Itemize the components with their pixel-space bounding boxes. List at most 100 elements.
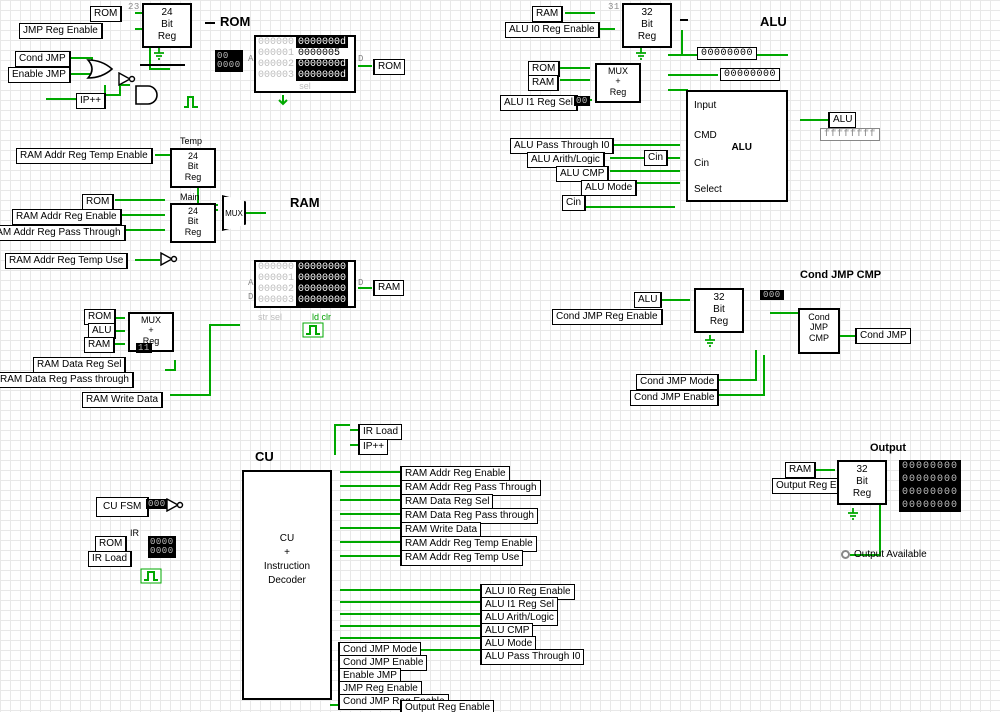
pin-cond-jmp: Cond JMP: [15, 51, 71, 67]
ram-memory: 00000000000000 00000100000000 0000020000…: [254, 260, 356, 308]
rom-data-0: 0000000d: [296, 37, 348, 48]
pin-cu-ip-plus: IP++: [358, 439, 388, 455]
ground-icon-4: [846, 508, 860, 520]
ground-icon-2: [152, 48, 166, 60]
rom-addr-2: 000002: [256, 59, 296, 70]
pin-cu-rom: ROM: [95, 536, 127, 552]
pin-cond-jmp-enable: Cond JMP Enable: [630, 390, 719, 406]
rom-data-2: 0000000d: [296, 59, 348, 70]
block-output-32reg: 32 Bit Reg: [837, 460, 887, 505]
rom-port-d: D: [358, 54, 364, 64]
rom-addr-1: 000001: [256, 48, 296, 59]
section-title-rom: ROM: [220, 14, 250, 29]
rom-addr-3: 000003: [256, 70, 296, 81]
output-led-icon: [841, 550, 850, 559]
block-alu-muxreg: MUX + Reg: [595, 63, 641, 103]
pin-cu-out-0: Output Reg Enable: [400, 700, 494, 712]
label-ir: IR: [130, 528, 139, 538]
block-ram-main-reg: 24 Bit Reg: [170, 203, 216, 243]
pin-ram-data-reg-sel: RAM Data Reg Sel: [33, 357, 126, 373]
pin-alu-cin-s: Cin: [644, 150, 668, 166]
pin-cond-jmp-mode: Cond JMP Mode: [636, 374, 719, 390]
alu-bus0: 00000000: [697, 47, 757, 60]
cu-fsm-val: 000: [146, 499, 168, 509]
rom-port-a: A: [248, 54, 254, 64]
clock-icon-2: [302, 322, 324, 338]
not-gate-icon: [118, 72, 136, 86]
rom-sel-label: sel: [256, 81, 354, 91]
section-title-output: Output: [870, 442, 906, 454]
pin-cond-reg-enable: Cond JMP Reg Enable: [552, 309, 663, 325]
alu-bus1: 00000000: [720, 68, 780, 81]
pin-cu-ir-load: IR Load: [88, 551, 132, 567]
clock-icon-3: [140, 568, 162, 584]
rom-memory: 0000000000000d 0000010000005 00000200000…: [254, 35, 356, 93]
pin-rom: ROM: [90, 6, 122, 22]
ir-disp: 0000 0000: [148, 536, 176, 558]
section-title-alu: ALU: [760, 14, 787, 29]
alu-out-val: ffffffff: [820, 128, 880, 141]
ram-addr-1: 000001: [256, 273, 296, 284]
block-cu-decoder: CU + Instruction Decoder: [242, 470, 332, 700]
pin-alu-mode: ALU Mode: [581, 180, 637, 196]
arrow-down-icon: [276, 95, 290, 107]
label-31: 31: [608, 2, 620, 12]
pin-ram-addr-temp-enable: RAM Addr Reg Temp Enable: [16, 148, 153, 164]
pin-alu-ram: RAM: [532, 6, 563, 22]
section-title-ram: RAM: [290, 195, 320, 210]
ram-addr-3: 000003: [256, 295, 296, 306]
pin-alu-i0-reg-enable: ALU I0 Reg Enable: [505, 22, 600, 38]
ram-addr-2: 000002: [256, 284, 296, 295]
output-available-label: Output Available: [854, 549, 927, 560]
block-alu-32reg: 32 Bit Reg: [622, 3, 672, 48]
clock-icon: [183, 95, 199, 109]
alu-port-select: Select: [694, 184, 722, 195]
ram-ldclr: ld clr: [312, 312, 331, 322]
rom-addr-0: 000000: [256, 37, 296, 48]
ram-data-1: 00000000: [296, 273, 348, 284]
section-title-cu: CU: [255, 449, 274, 464]
label-main: Main: [180, 192, 200, 202]
pin-ram-addr-temp-use: RAM Addr Reg Temp Use: [5, 253, 128, 269]
rom-addr-disp: 00 0000: [215, 50, 243, 72]
pin-cond-jmp-out: Cond JMP: [855, 328, 911, 344]
not-gate-icon-3: [166, 498, 184, 512]
block-cond-jmp-cmp: Cond JMP CMP: [798, 308, 840, 354]
pin-rom-2: ROM: [82, 194, 114, 210]
label-23: 23: [128, 2, 140, 12]
pin-alu-out: ALU: [828, 112, 856, 128]
pin-ram-write-data: RAM Write Data: [82, 392, 163, 408]
alu-port-input: Input: [694, 100, 716, 111]
pin-ram-addr-reg-enable: RAM Addr Reg Enable: [12, 209, 122, 225]
not-gate-icon-2: [160, 252, 178, 266]
seg-row-1: 00000000: [899, 473, 961, 486]
pin-ram-out: RAM: [373, 280, 404, 296]
seven-seg-display: 00000000 00000000 00000000 00000000: [899, 460, 961, 512]
pin-ram-in2: RAM: [84, 337, 115, 353]
block-ram-temp-reg: 24 Bit Reg: [170, 148, 216, 188]
alu-port-cmd: CMD: [694, 130, 717, 141]
ram-mux-sel: 11: [136, 343, 152, 353]
pin-cu-ram-6: RAM Addr Reg Temp Use: [400, 550, 523, 566]
block-cond-32reg: 32 Bit Reg: [694, 288, 744, 333]
ram-port-d-out: D: [358, 278, 364, 288]
ram-port-a: A: [248, 278, 254, 288]
ground-icon: [703, 335, 717, 347]
pin-cu-alu-5: ALU Pass Through I0: [480, 649, 584, 665]
pin-alu-mux-ram: RAM: [528, 75, 559, 91]
pin-ip-plus: IP++: [76, 93, 106, 109]
pin-ram-addr-reg-pass: RAM Addr Reg Pass Through: [0, 225, 126, 241]
alu-port-cin: Cin: [694, 158, 709, 169]
pin-output-ram: RAM: [785, 462, 816, 478]
pin-ram-data-reg-pass: RAM Data Reg Pass through: [0, 372, 134, 388]
pin-alu-i1-reg-sel: ALU I1 Reg Sel: [500, 95, 578, 111]
pin-alu-cin: Cin: [562, 195, 586, 211]
and-gate-icon: [135, 85, 161, 105]
label-temp: Temp: [180, 136, 202, 146]
pin-cond-alu: ALU: [634, 292, 662, 308]
pin-jmp-reg-enable: JMP Reg Enable: [19, 23, 103, 39]
alu-inner-label: ALU: [731, 142, 752, 153]
alu-i1-sel-val: 00: [574, 96, 590, 106]
cond-bus: 000: [760, 290, 784, 300]
ground-icon-3: [634, 48, 648, 60]
